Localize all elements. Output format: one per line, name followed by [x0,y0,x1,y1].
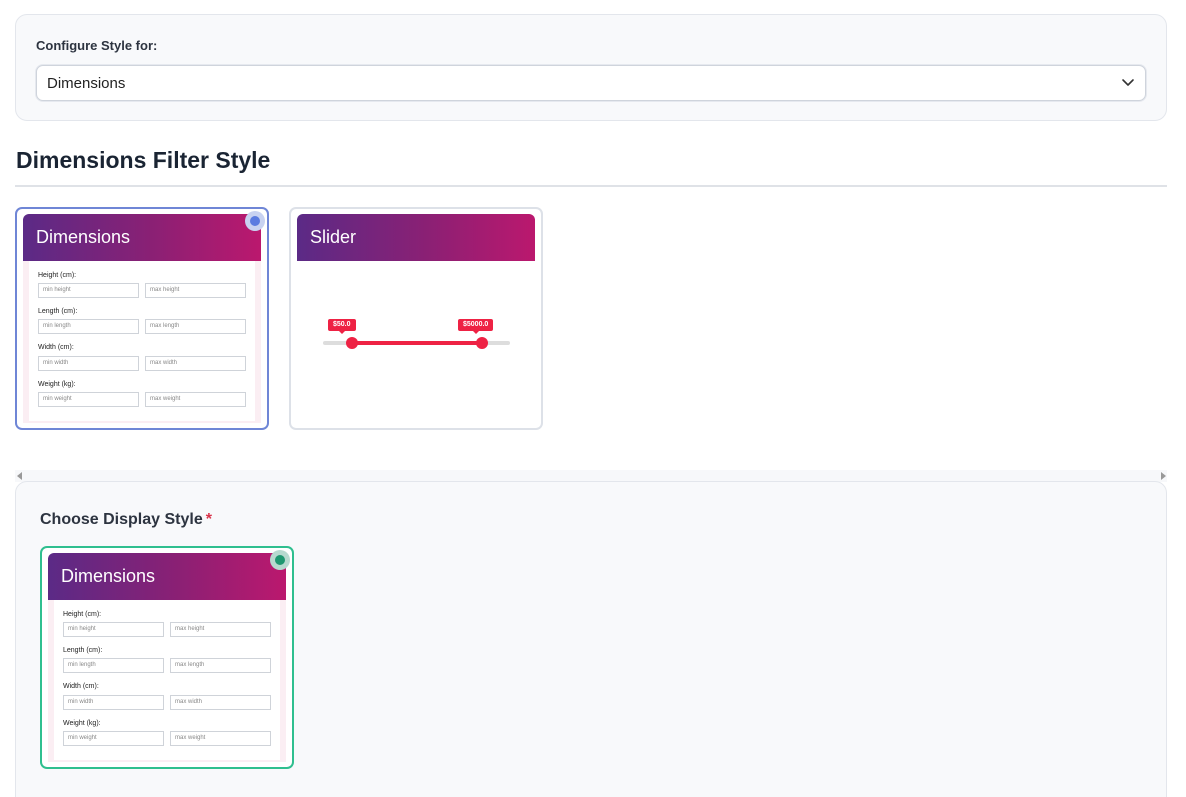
min-width-input: min width [63,695,164,710]
slider-max-tag: $5000.0 [458,319,494,334]
max-width-input: max width [145,356,246,371]
min-height-input: min height [63,622,164,637]
card-body: Height (cm): min height max height Lengt… [48,600,286,762]
slider-range-fill [351,341,482,345]
max-weight-input: max weight [145,392,246,407]
min-weight-input: min weight [63,731,164,746]
field-label-weight: Weight (kg): [63,720,101,727]
min-weight-input: min weight [38,392,139,407]
card-header: Dimensions [48,553,286,600]
min-height-input: min height [38,283,139,298]
slider-min-tag: $50.0 [328,319,356,334]
min-length-input: min length [38,319,139,334]
field-label-weight: Weight (kg): [38,381,76,388]
max-height-input: max height [145,283,246,298]
configure-style-select[interactable]: Dimensions [36,65,1146,101]
card-title: Dimensions [61,566,156,586]
scroll-right-arrow-icon[interactable] [1161,472,1166,480]
section-divider [15,185,1167,187]
slider-max-thumb [476,337,488,349]
card-title: Dimensions [36,227,131,247]
selected-radio-indicator [270,550,290,570]
card-header: Slider [297,214,535,261]
max-height-input: max height [170,622,271,637]
selected-radio-indicator [245,211,265,231]
field-label-width: Width (cm): [38,344,74,351]
field-label-width: Width (cm): [63,683,99,690]
display-style-card-dimensions[interactable]: Dimensions Height (cm): min height max h… [40,546,294,769]
min-width-input: min width [38,356,139,371]
filter-style-section-title: Dimensions Filter Style [16,147,271,173]
card-header: Dimensions [23,214,261,261]
chevron-down-icon [1122,79,1134,86]
configure-style-label: Configure Style for: [36,38,158,53]
configure-style-selected-value: Dimensions [47,75,126,92]
filter-style-card-dimensions[interactable]: Dimensions Height (cm): min height max h… [15,207,269,430]
configure-style-panel: Configure Style for: Dimensions [15,14,1167,121]
display-style-title-text: Choose Display Style [40,511,203,528]
field-label-length: Length (cm): [63,647,103,654]
display-style-title: Choose Display Style * [40,511,212,529]
min-length-input: min length [63,658,164,673]
dimension-form-preview: Height (cm): min height max height Lengt… [29,261,255,421]
display-style-panel: Choose Display Style * Dimensions Height … [15,481,1167,797]
card-title: Slider [310,227,357,247]
max-length-input: max length [145,319,246,334]
field-label-height: Height (cm): [38,272,77,279]
field-label-height: Height (cm): [63,611,102,618]
filter-style-card-slider[interactable]: Slider $50.0 $5000.0 [289,207,543,430]
max-width-input: max width [170,695,271,710]
dimension-form-preview: Height (cm): min height max height Lengt… [54,600,280,760]
field-label-length: Length (cm): [38,308,78,315]
max-weight-input: max weight [170,731,271,746]
max-length-input: max length [170,658,271,673]
scroll-left-arrow-icon[interactable] [17,472,22,480]
slider-min-thumb [346,337,358,349]
card-body: Height (cm): min height max height Lengt… [23,261,261,423]
required-indicator: * [205,511,212,528]
